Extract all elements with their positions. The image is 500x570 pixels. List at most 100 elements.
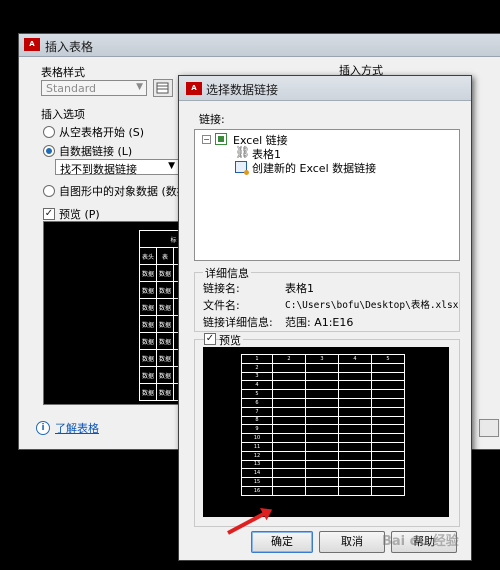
preview-cell [338,468,372,479]
table-style-label: 表格样式 [41,66,85,79]
cancel-button[interactable]: 取消 [319,531,385,553]
preview-data-cell: 数据 [139,349,157,367]
preview-header-cell: 表 [156,247,174,265]
collapse-icon[interactable]: − [202,135,211,144]
preview-row: 12 [241,450,405,461]
back-dialog-help-button[interactable] [479,419,499,437]
preview-cell [305,389,339,399]
preview-cell [371,450,405,461]
preview-cell [305,415,339,426]
preview-cell [338,441,372,452]
preview-cell [272,406,306,417]
learn-tables-link[interactable]: 了解表格 [55,420,99,436]
preview-cell [371,459,405,470]
preview-row: 3 [241,371,405,382]
preview-row-number-cell: 10 [241,433,273,443]
table-style-dialog-button[interactable] [153,79,173,97]
link-details-label: 链接详细信息: [203,316,273,329]
preview-data-cell: 数据 [139,281,157,299]
preview-cell [338,477,372,487]
preview-cell [272,468,306,479]
preview-cell [371,441,405,452]
preview-row-number-cell: 5 [241,389,273,399]
link-name-value: 表格1 [285,282,314,295]
insert-options-label: 插入选项 [41,108,85,121]
preview-row: 14 [241,468,405,479]
file-name-label: 文件名: [203,299,240,312]
preview-row-number-cell: 12 [241,450,273,461]
preview-cell [272,433,306,443]
preview-row: 7 [241,406,405,417]
preview-cell [305,380,339,391]
preview-row-number-cell: 6 [241,397,273,408]
preview-cell [371,389,405,399]
preview-cell [272,441,306,452]
preview-cell [272,477,306,487]
preview-cell [338,389,372,399]
preview-row-number-cell: 8 [241,415,273,426]
chevron-down-icon: ▼ [168,161,175,171]
data-link-preview-grid: 1 2 3 4 5 2 3 4 5 6 7 8 9 10 11 12 13 14 15 16 [241,354,405,496]
preview-row-number-cell: 2 [241,362,273,373]
preview-row: 8 [241,415,405,426]
new-excel-link-icon [235,161,249,175]
radio-from-data-link[interactable] [43,145,55,157]
preview-row-number-cell: 7 [241,406,273,417]
link-chain-icon: ⛓ [235,145,251,159]
table-style-value: Standard [46,82,97,95]
preview-cell [272,397,306,408]
option-start-empty-label: 从空表格开始 (S) [59,126,145,139]
preview-cell [338,433,372,443]
preview-data-cell: 数据 [139,332,157,350]
preview-data-cell: 数据 [156,315,174,333]
table-style-select[interactable]: Standard ▼ [41,80,147,96]
preview-data-cell: 数据 [156,264,174,282]
preview-data-cell: 数据 [156,332,174,350]
preview-cell [371,397,405,408]
details-group-label: 详细信息 [203,265,251,281]
preview-data-cell: 数据 [139,264,157,282]
preview-row-number-cell: 14 [241,468,273,479]
preview-cell [371,424,405,435]
preview-cell [272,362,306,373]
preview-row: 5 [241,389,405,399]
radio-start-empty[interactable] [43,126,55,138]
preview-row: 10 [241,433,405,443]
preview-cell [371,468,405,479]
preview-cell [305,397,339,408]
data-link-tree: − Excel 链接 ⛓ 表格1 创建新的 Excel 数据链接 [194,129,460,261]
data-link-select[interactable]: 找不到数据链接 ▼ [55,159,179,176]
preview-row: 6 [241,397,405,408]
preview-row-number-cell: 9 [241,424,273,435]
preview-cell [272,485,306,496]
preview-data-cell: 数据 [139,366,157,384]
preview-cell [272,415,306,426]
preview-cell [305,424,339,435]
insert-table-title: 插入表格 [45,40,94,54]
preview-cell [272,389,306,399]
ok-button[interactable]: 确定 [251,531,313,553]
insert-table-titlebar[interactable]: A 插入表格 [19,34,500,57]
preview-row: 15 [241,477,405,487]
radio-from-object-data[interactable] [43,185,55,197]
data-link-value: 找不到数据链接 [60,163,137,176]
preview-cell [272,450,306,461]
preview-cell [305,406,339,417]
preview-row-number-cell: 3 [241,371,273,382]
preview-cell [371,406,405,417]
preview-row-number-cell: 11 [241,441,273,452]
preview-cell [338,371,372,382]
preview-row: 13 [241,459,405,470]
tree-item-create-new-link[interactable]: 创建新的 Excel 数据链接 [252,160,376,176]
info-icon: i [36,421,50,435]
preview-checkbox[interactable]: ✓ [43,208,55,220]
front-preview-checkbox[interactable]: ✓ [204,333,216,345]
preview-column-cell: 3 [305,354,339,364]
autocad-app-icon: A [186,82,202,95]
preview-data-cell: 数据 [139,315,157,333]
select-data-link-titlebar[interactable]: A 选择数据链接 [179,76,471,101]
file-name-value: C:\Users\bofu\Desktop\表格.xlsx [285,300,459,311]
preview-column-cell: 5 [371,354,405,364]
preview-cell [371,415,405,426]
preview-cell [272,424,306,435]
